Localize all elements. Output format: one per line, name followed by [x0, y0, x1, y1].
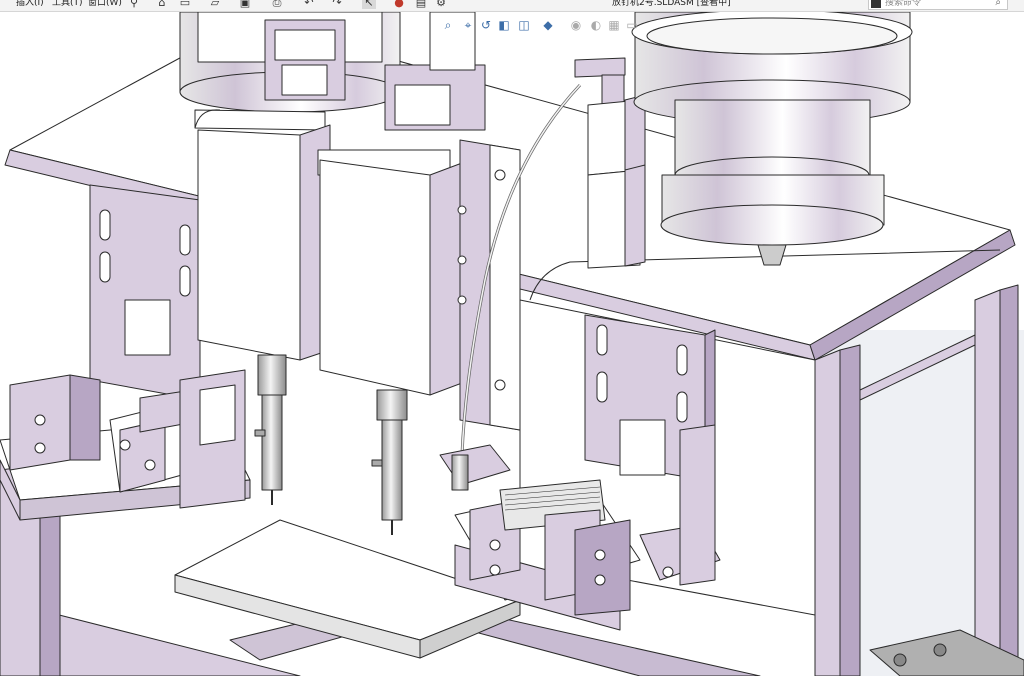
search-input[interactable]: 搜索命令 ⌕ — [868, 0, 1008, 10]
zoom-to-fit-icon[interactable]: ⌕ — [440, 16, 456, 34]
print-icon[interactable]: ⎙ — [270, 0, 284, 9]
previous-view-icon[interactable]: ↺ — [478, 16, 494, 34]
options-gear-icon[interactable]: ⚙ — [434, 0, 448, 9]
new-document-icon[interactable]: ▭ — [178, 0, 192, 9]
home-icon[interactable]: ⌂ — [155, 0, 169, 9]
pin-icon[interactable]: ⚲ — [127, 0, 141, 9]
zoom-area-icon[interactable]: ⌖ — [460, 16, 476, 34]
file-properties-icon[interactable]: ▤ — [414, 0, 428, 9]
menu-insert[interactable]: 插入(I) — [16, 0, 44, 8]
menu-tools[interactable]: 工具(T) — [52, 0, 83, 8]
apply-scene-icon[interactable]: ▦ — [606, 16, 622, 34]
redo-icon[interactable]: ↷ — [330, 0, 344, 9]
hide-show-items-icon[interactable]: ◉ — [568, 16, 584, 34]
menu-bar: 插入(I) 工具(T) 窗口(W) ⚲ ⌂ ▭ ▱ ▣ ⎙ ↶ ↷ ↖ ● ▤ … — [0, 0, 1024, 12]
view-settings-icon[interactable]: ▭ — [624, 16, 640, 34]
edit-appearance-icon[interactable]: ◐ — [588, 16, 604, 34]
solidworks-window: 插入(I) 工具(T) 窗口(W) ⚲ ⌂ ▭ ▱ ▣ ⎙ ↶ ↷ ↖ ● ▤ … — [0, 0, 1024, 676]
document-title: 放钉机2号.SLDASM [查看中] — [612, 0, 731, 8]
save-icon[interactable]: ▣ — [238, 0, 252, 9]
menu-window[interactable]: 窗口(W) — [88, 0, 122, 8]
undo-icon[interactable]: ↶ — [302, 0, 316, 9]
display-style-icon[interactable]: ◆ — [540, 16, 556, 34]
search-icon[interactable]: ⌕ — [995, 0, 1001, 8]
select-icon[interactable]: ↖ — [362, 0, 376, 9]
section-view-icon[interactable]: ◧ — [496, 16, 512, 34]
view-orientation-icon[interactable]: ◫ — [516, 16, 532, 34]
traffic-light-icon[interactable]: ● — [392, 0, 406, 9]
solidworks-logo-icon — [871, 0, 881, 8]
open-icon[interactable]: ▱ — [208, 0, 222, 9]
search-placeholder: 搜索命令 — [885, 0, 922, 8]
assembly-model[interactable] — [0, 12, 1024, 676]
graphics-viewport[interactable] — [0, 12, 1024, 676]
